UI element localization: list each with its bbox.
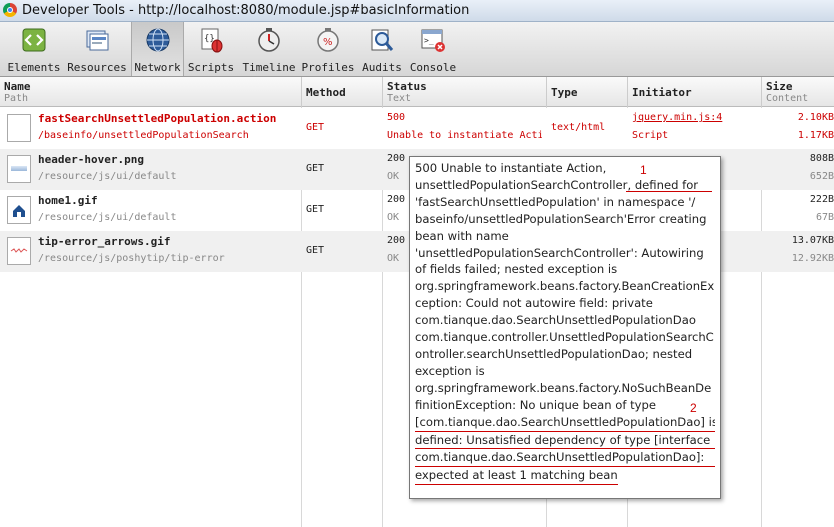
tooltip-line-underlined: defined: Unsatisfied dependency of type … bbox=[415, 432, 715, 450]
network-icon bbox=[146, 28, 169, 52]
tooltip-line: 500 Unable to instantiate Action, bbox=[415, 161, 607, 175]
column-method[interactable]: Method bbox=[302, 77, 383, 107]
devtools-toolbar: Elements Resources Network {} Scripts Ti… bbox=[0, 22, 834, 77]
tooltip-line: org.springframework.beans.factory.BeanCr… bbox=[415, 279, 715, 294]
elements-icon bbox=[22, 28, 46, 52]
resource-name: home1.gif bbox=[38, 194, 98, 207]
tab-scripts[interactable]: {} Scripts bbox=[186, 22, 236, 76]
tab-elements[interactable]: Elements bbox=[4, 22, 64, 76]
title-bar: Developer Tools - http://localhost:8080/… bbox=[0, 0, 834, 22]
resource-path: /resource/js/ui/default bbox=[38, 212, 177, 223]
tab-resources[interactable]: Resources bbox=[66, 22, 128, 76]
tooltip-line: exception is bbox=[415, 363, 485, 378]
status-text: Unable to instantiate Acti bbox=[387, 130, 542, 141]
initiator-type: Script bbox=[632, 130, 669, 141]
column-size[interactable]: Size Content bbox=[762, 77, 834, 107]
audits-icon bbox=[371, 29, 394, 51]
svg-text:>_: >_ bbox=[424, 36, 434, 45]
profiles-icon: % bbox=[317, 28, 339, 52]
tab-timeline[interactable]: Timeline bbox=[240, 22, 298, 76]
tooltip-line: bean with name bbox=[415, 228, 509, 243]
tooltip-line-underlined: [com.tianque.dao.SearchUnsettledPopulati… bbox=[415, 414, 715, 432]
document-icon bbox=[7, 114, 31, 142]
transfer-size: 13.07KB bbox=[791, 235, 834, 246]
arrows-image-icon bbox=[7, 237, 31, 265]
tab-profiles[interactable]: % Profiles bbox=[300, 22, 356, 76]
grid-header: Name Path Method Status Text Type Initia… bbox=[0, 77, 834, 107]
window-title: Developer Tools - http://localhost:8080/… bbox=[22, 3, 470, 18]
content-size: 1.17KB bbox=[797, 130, 834, 141]
transfer-size: 222B bbox=[809, 194, 834, 205]
column-status[interactable]: Status Text bbox=[383, 77, 547, 107]
content-size: 652B bbox=[809, 171, 834, 182]
timeline-icon bbox=[258, 28, 280, 52]
tooltip-line: ontroller.searchUnsettledPopulationDao; … bbox=[415, 346, 693, 361]
tooltip-line: baseinfo/unsettledPopulationSearch'Error… bbox=[415, 211, 707, 226]
annotation-number: 2 bbox=[690, 401, 697, 415]
tooltip-line-underlined: expected at least 1 matching bean bbox=[415, 467, 618, 486]
request-method: GET bbox=[306, 245, 325, 256]
annotation-underline bbox=[626, 191, 712, 192]
request-method: GET bbox=[306, 122, 325, 133]
scripts-icon: {} bbox=[201, 28, 223, 53]
resource-name: tip-error_arrows.gif bbox=[38, 235, 171, 248]
transfer-size: 808B bbox=[809, 153, 834, 164]
transfer-size: 2.10KB bbox=[797, 112, 834, 123]
status-code: 500 bbox=[387, 112, 406, 123]
error-tooltip: 500 Unable to instantiate Action, unsett… bbox=[409, 156, 721, 499]
tooltip-line: com.tianque.controller.UnsettledPopulati… bbox=[415, 330, 714, 345]
resource-name: header-hover.png bbox=[38, 153, 144, 166]
mime-type: text/html bbox=[551, 122, 606, 133]
svg-text:%: % bbox=[323, 37, 333, 48]
resource-path: /resource/js/poshytip/tip-error bbox=[38, 253, 225, 264]
tooltip-line: of fields failed; nested exception is bbox=[415, 262, 618, 277]
initiator-link[interactable]: jquery.min.js:4 bbox=[632, 112, 722, 123]
status-code: 200 bbox=[387, 235, 406, 246]
resource-path: /resource/js/ui/default bbox=[38, 171, 177, 182]
status-code: 200 bbox=[387, 153, 406, 164]
resources-icon bbox=[86, 30, 109, 51]
image-icon bbox=[7, 155, 31, 183]
tab-console[interactable]: >_ Console bbox=[408, 22, 458, 76]
annotation-number: 1 bbox=[640, 163, 647, 177]
tooltip-line: org.springframework.beans.factory.NoSuch… bbox=[415, 380, 712, 395]
home-icon bbox=[7, 196, 31, 224]
column-name[interactable]: Name Path bbox=[0, 77, 302, 107]
tooltip-line: 'unsettledPopulationSearchController': A… bbox=[415, 245, 704, 260]
chrome-logo-icon bbox=[3, 3, 17, 17]
tooltip-line: ception: Could not autowire field: priva… bbox=[415, 296, 653, 311]
resource-name: fastSearchUnsettledPopulation.action bbox=[38, 112, 277, 125]
tab-audits[interactable]: Audits bbox=[358, 22, 406, 76]
content-size: 67B bbox=[815, 212, 834, 223]
column-type[interactable]: Type bbox=[547, 77, 628, 107]
tooltip-line-underlined: com.tianque.dao.SearchUnsettledPopulatio… bbox=[415, 449, 715, 468]
table-row[interactable]: fastSearchUnsettledPopulation.action /ba… bbox=[0, 108, 834, 149]
status-code: 200 bbox=[387, 194, 406, 205]
tab-network[interactable]: Network bbox=[131, 22, 184, 76]
content-size: 12.92KB bbox=[791, 253, 834, 264]
request-method: GET bbox=[306, 204, 325, 215]
resource-path: /baseinfo/unsettledPopulationSearch bbox=[38, 130, 249, 141]
tooltip-line: com.tianque.dao.SearchUnsettledPopulatio… bbox=[415, 313, 696, 328]
request-method: GET bbox=[306, 163, 325, 174]
tooltip-line: finitionException: No unique bean of typ… bbox=[415, 397, 657, 412]
column-initiator[interactable]: Initiator bbox=[628, 77, 762, 107]
console-icon: >_ bbox=[421, 29, 445, 52]
tooltip-line: 'fastSearchUnsettledPopulation' in names… bbox=[415, 194, 696, 209]
